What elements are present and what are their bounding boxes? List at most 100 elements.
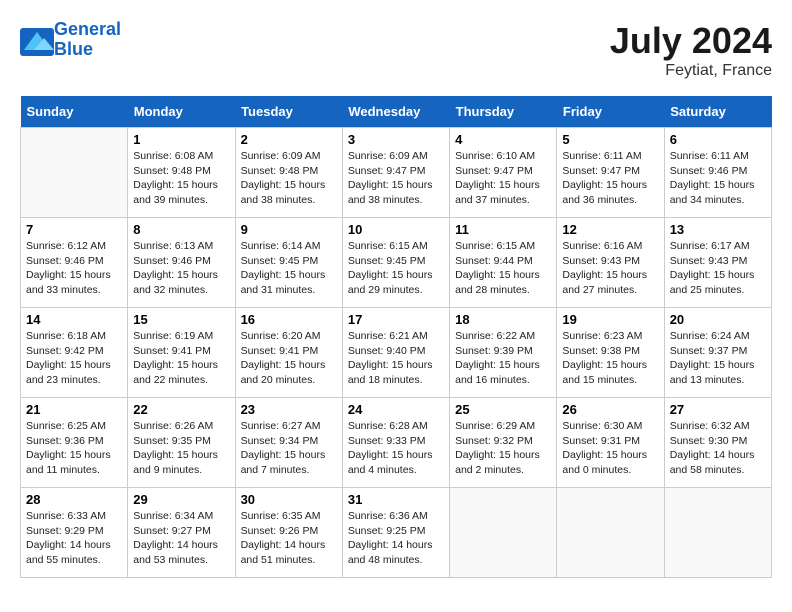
calendar-cell: 6 Sunrise: 6:11 AM Sunset: 9:46 PM Daylig… (664, 128, 771, 218)
calendar-cell (21, 128, 128, 218)
calendar-cell: 18 Sunrise: 6:22 AM Sunset: 9:39 PM Dayli… (450, 308, 557, 398)
day-info: Sunrise: 6:12 AM Sunset: 9:46 PM Dayligh… (26, 239, 122, 298)
day-number: 23 (241, 402, 337, 417)
day-info: Sunrise: 6:22 AM Sunset: 9:39 PM Dayligh… (455, 329, 551, 388)
day-info: Sunrise: 6:20 AM Sunset: 9:41 PM Dayligh… (241, 329, 337, 388)
location-subtitle: Feytiat, France (610, 62, 772, 80)
day-info: Sunrise: 6:11 AM Sunset: 9:46 PM Dayligh… (670, 149, 766, 208)
day-info: Sunrise: 6:11 AM Sunset: 9:47 PM Dayligh… (562, 149, 658, 208)
calendar-cell: 19Sunrise: 6:23 AM Sunset: 9:38 PM Dayli… (557, 308, 664, 398)
day-number: 24 (348, 402, 444, 417)
day-number: 31 (348, 492, 444, 507)
logo-text-general: General (54, 20, 121, 40)
day-number: 6 (670, 132, 766, 147)
day-number: 29 (133, 492, 229, 507)
day-info: Sunrise: 6:29 AM Sunset: 9:32 PM Dayligh… (455, 419, 551, 478)
logo-text-blue: Blue (54, 40, 121, 60)
day-info: Sunrise: 6:36 AM Sunset: 9:25 PM Dayligh… (348, 509, 444, 568)
day-info: Sunrise: 6:09 AM Sunset: 9:48 PM Dayligh… (241, 149, 337, 208)
day-number: 30 (241, 492, 337, 507)
day-number: 10 (348, 222, 444, 237)
calendar-cell: 17Sunrise: 6:21 AM Sunset: 9:40 PM Dayli… (342, 308, 449, 398)
day-info: Sunrise: 6:18 AM Sunset: 9:42 PM Dayligh… (26, 329, 122, 388)
calendar-week-3: 14 Sunrise: 6:18 AM Sunset: 9:42 PM Dayli… (21, 308, 772, 398)
day-info: Sunrise: 6:30 AM Sunset: 9:31 PM Dayligh… (562, 419, 658, 478)
calendar-cell: 11 Sunrise: 6:15 AM Sunset: 9:44 PM Dayli… (450, 218, 557, 308)
logo: General Blue (20, 20, 121, 60)
column-header-thursday: Thursday (450, 96, 557, 128)
day-info: Sunrise: 6:15 AM Sunset: 9:44 PM Dayligh… (455, 239, 551, 298)
calendar-cell: 30Sunrise: 6:35 AM Sunset: 9:26 PM Dayli… (235, 488, 342, 578)
day-info: Sunrise: 6:10 AM Sunset: 9:47 PM Dayligh… (455, 149, 551, 208)
day-info: Sunrise: 6:25 AM Sunset: 9:36 PM Dayligh… (26, 419, 122, 478)
day-number: 27 (670, 402, 766, 417)
title-block: July 2024 Feytiat, France (610, 20, 772, 80)
calendar-cell: 15 Sunrise: 6:19 AM Sunset: 9:41 PM Dayli… (128, 308, 235, 398)
logo-icon (20, 28, 50, 52)
day-info: Sunrise: 6:09 AM Sunset: 9:47 PM Dayligh… (348, 149, 444, 208)
month-year-title: July 2024 (610, 20, 772, 62)
column-header-tuesday: Tuesday (235, 96, 342, 128)
day-info: Sunrise: 6:23 AM Sunset: 9:38 PM Dayligh… (562, 329, 658, 388)
day-number: 5 (562, 132, 658, 147)
calendar-header-row: SundayMondayTuesdayWednesdayThursdayFrid… (21, 96, 772, 128)
calendar-cell: 24 Sunrise: 6:28 AM Sunset: 9:33 PM Dayli… (342, 398, 449, 488)
day-number: 28 (26, 492, 122, 507)
calendar-cell: 29 Sunrise: 6:34 AM Sunset: 9:27 PM Dayli… (128, 488, 235, 578)
calendar-cell: 2 Sunrise: 6:09 AM Sunset: 9:48 PM Daylig… (235, 128, 342, 218)
calendar-week-5: 28 Sunrise: 6:33 AM Sunset: 9:29 PM Dayli… (21, 488, 772, 578)
column-header-sunday: Sunday (21, 96, 128, 128)
calendar-cell: 8 Sunrise: 6:13 AM Sunset: 9:46 PM Daylig… (128, 218, 235, 308)
day-number: 15 (133, 312, 229, 327)
day-info: Sunrise: 6:27 AM Sunset: 9:34 PM Dayligh… (241, 419, 337, 478)
page-header: General Blue July 2024 Feytiat, France (20, 20, 772, 80)
calendar-cell (664, 488, 771, 578)
calendar-cell: 3 Sunrise: 6:09 AM Sunset: 9:47 PM Daylig… (342, 128, 449, 218)
day-number: 8 (133, 222, 229, 237)
day-number: 25 (455, 402, 551, 417)
calendar-week-1: 1 Sunrise: 6:08 AM Sunset: 9:48 PM Daylig… (21, 128, 772, 218)
calendar-cell: 10 Sunrise: 6:15 AM Sunset: 9:45 PM Dayli… (342, 218, 449, 308)
calendar-cell: 13Sunrise: 6:17 AM Sunset: 9:43 PM Dayli… (664, 218, 771, 308)
day-number: 4 (455, 132, 551, 147)
calendar-cell: 21 Sunrise: 6:25 AM Sunset: 9:36 PM Dayli… (21, 398, 128, 488)
day-number: 3 (348, 132, 444, 147)
day-info: Sunrise: 6:28 AM Sunset: 9:33 PM Dayligh… (348, 419, 444, 478)
day-info: Sunrise: 6:13 AM Sunset: 9:46 PM Dayligh… (133, 239, 229, 298)
day-info: Sunrise: 6:33 AM Sunset: 9:29 PM Dayligh… (26, 509, 122, 568)
day-number: 22 (133, 402, 229, 417)
calendar-cell: 26 Sunrise: 6:30 AM Sunset: 9:31 PM Dayli… (557, 398, 664, 488)
day-number: 2 (241, 132, 337, 147)
calendar-cell: 14 Sunrise: 6:18 AM Sunset: 9:42 PM Dayli… (21, 308, 128, 398)
day-number: 21 (26, 402, 122, 417)
calendar-cell: 20 Sunrise: 6:24 AM Sunset: 9:37 PM Dayli… (664, 308, 771, 398)
calendar-cell: 22Sunrise: 6:26 AM Sunset: 9:35 PM Dayli… (128, 398, 235, 488)
day-info: Sunrise: 6:34 AM Sunset: 9:27 PM Dayligh… (133, 509, 229, 568)
calendar-cell: 9Sunrise: 6:14 AM Sunset: 9:45 PM Daylig… (235, 218, 342, 308)
calendar-cell: 27 Sunrise: 6:32 AM Sunset: 9:30 PM Dayli… (664, 398, 771, 488)
day-number: 7 (26, 222, 122, 237)
calendar-cell: 16Sunrise: 6:20 AM Sunset: 9:41 PM Dayli… (235, 308, 342, 398)
day-info: Sunrise: 6:19 AM Sunset: 9:41 PM Dayligh… (133, 329, 229, 388)
day-number: 1 (133, 132, 229, 147)
column-header-monday: Monday (128, 96, 235, 128)
calendar-cell: 28 Sunrise: 6:33 AM Sunset: 9:29 PM Dayli… (21, 488, 128, 578)
day-info: Sunrise: 6:08 AM Sunset: 9:48 PM Dayligh… (133, 149, 229, 208)
day-number: 13 (670, 222, 766, 237)
day-number: 26 (562, 402, 658, 417)
day-number: 14 (26, 312, 122, 327)
day-number: 9 (241, 222, 337, 237)
day-info: Sunrise: 6:15 AM Sunset: 9:45 PM Dayligh… (348, 239, 444, 298)
day-number: 11 (455, 222, 551, 237)
day-info: Sunrise: 6:24 AM Sunset: 9:37 PM Dayligh… (670, 329, 766, 388)
day-number: 20 (670, 312, 766, 327)
calendar-week-2: 7 Sunrise: 6:12 AM Sunset: 9:46 PM Daylig… (21, 218, 772, 308)
day-info: Sunrise: 6:32 AM Sunset: 9:30 PM Dayligh… (670, 419, 766, 478)
day-number: 17 (348, 312, 444, 327)
calendar-week-4: 21 Sunrise: 6:25 AM Sunset: 9:36 PM Dayli… (21, 398, 772, 488)
column-header-friday: Friday (557, 96, 664, 128)
column-header-saturday: Saturday (664, 96, 771, 128)
calendar-cell: 4 Sunrise: 6:10 AM Sunset: 9:47 PM Daylig… (450, 128, 557, 218)
day-number: 18 (455, 312, 551, 327)
day-info: Sunrise: 6:16 AM Sunset: 9:43 PM Dayligh… (562, 239, 658, 298)
